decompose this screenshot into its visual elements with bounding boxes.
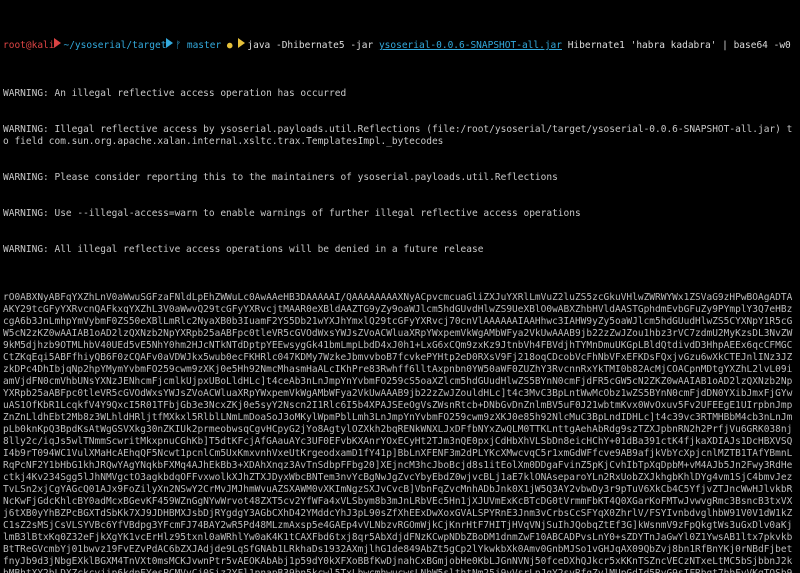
- prompt-dirty: ●: [221, 40, 238, 52]
- prompt-user: root@kali: [3, 40, 54, 52]
- warning-line: WARNING: Please consider reporting this …: [3, 172, 797, 184]
- base64-output: rO0ABXNyABFqYXZhLnV0aWwuSGFzaFNldLpEhZWW…: [3, 292, 797, 573]
- warning-line: WARNING: All illegal reflective access o…: [3, 244, 797, 256]
- chevron-right-icon: [166, 38, 173, 48]
- prompt-path: ~/ysoserial/target: [63, 40, 166, 52]
- jar-link: ysoserial-0.0.6-SNAPSHOT-all.jar: [379, 40, 562, 51]
- warning-line: WARNING: Illegal reflective access by ys…: [3, 124, 797, 148]
- git-branch-icon: ᚠ: [175, 40, 186, 52]
- terminal[interactable]: root@kali ~/ysoserial/target ᚠ master ● …: [0, 0, 800, 573]
- chevron-right-icon: [238, 38, 245, 48]
- prompt-branch: master: [187, 40, 221, 52]
- chevron-right-icon: [54, 38, 61, 48]
- prompt-line: root@kali ~/ysoserial/target ᚠ master ● …: [3, 38, 797, 52]
- command-text: java -Dhibernate5 -jar ysoserial-0.0.6-S…: [247, 40, 790, 52]
- warning-line: WARNING: Use --illegal-access=warn to en…: [3, 208, 797, 220]
- warning-line: WARNING: An illegal reflective access op…: [3, 88, 797, 100]
